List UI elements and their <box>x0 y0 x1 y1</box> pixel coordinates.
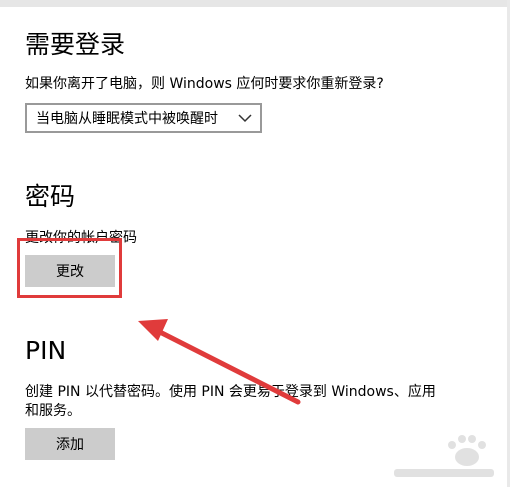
password-title: 密码 <box>25 182 76 211</box>
window-top-bar <box>0 0 510 7</box>
chevron-down-icon <box>238 114 252 123</box>
pin-title: PIN <box>25 336 67 365</box>
pin-description-line2: 和服务。 <box>25 403 81 419</box>
password-description: 更改你的帐户密码 <box>25 230 137 246</box>
add-pin-button[interactable]: 添加 <box>25 428 115 460</box>
watermark-logo-icon <box>394 435 494 477</box>
change-password-button[interactable]: 更改 <box>25 255 115 287</box>
signin-dropdown-value: 当电脑从睡眠模式中被唤醒时 <box>36 111 218 127</box>
signin-title: 需要登录 <box>25 30 126 59</box>
signin-description: 如果你离开了电脑，则 Windows 应何时要求你重新登录? <box>25 76 384 92</box>
signin-dropdown[interactable]: 当电脑从睡眠模式中被唤醒时 <box>25 103 262 133</box>
pin-description-line1: 创建 PIN 以代替密码。使用 PIN 会更易于登录到 Windows、应用 <box>25 384 436 400</box>
